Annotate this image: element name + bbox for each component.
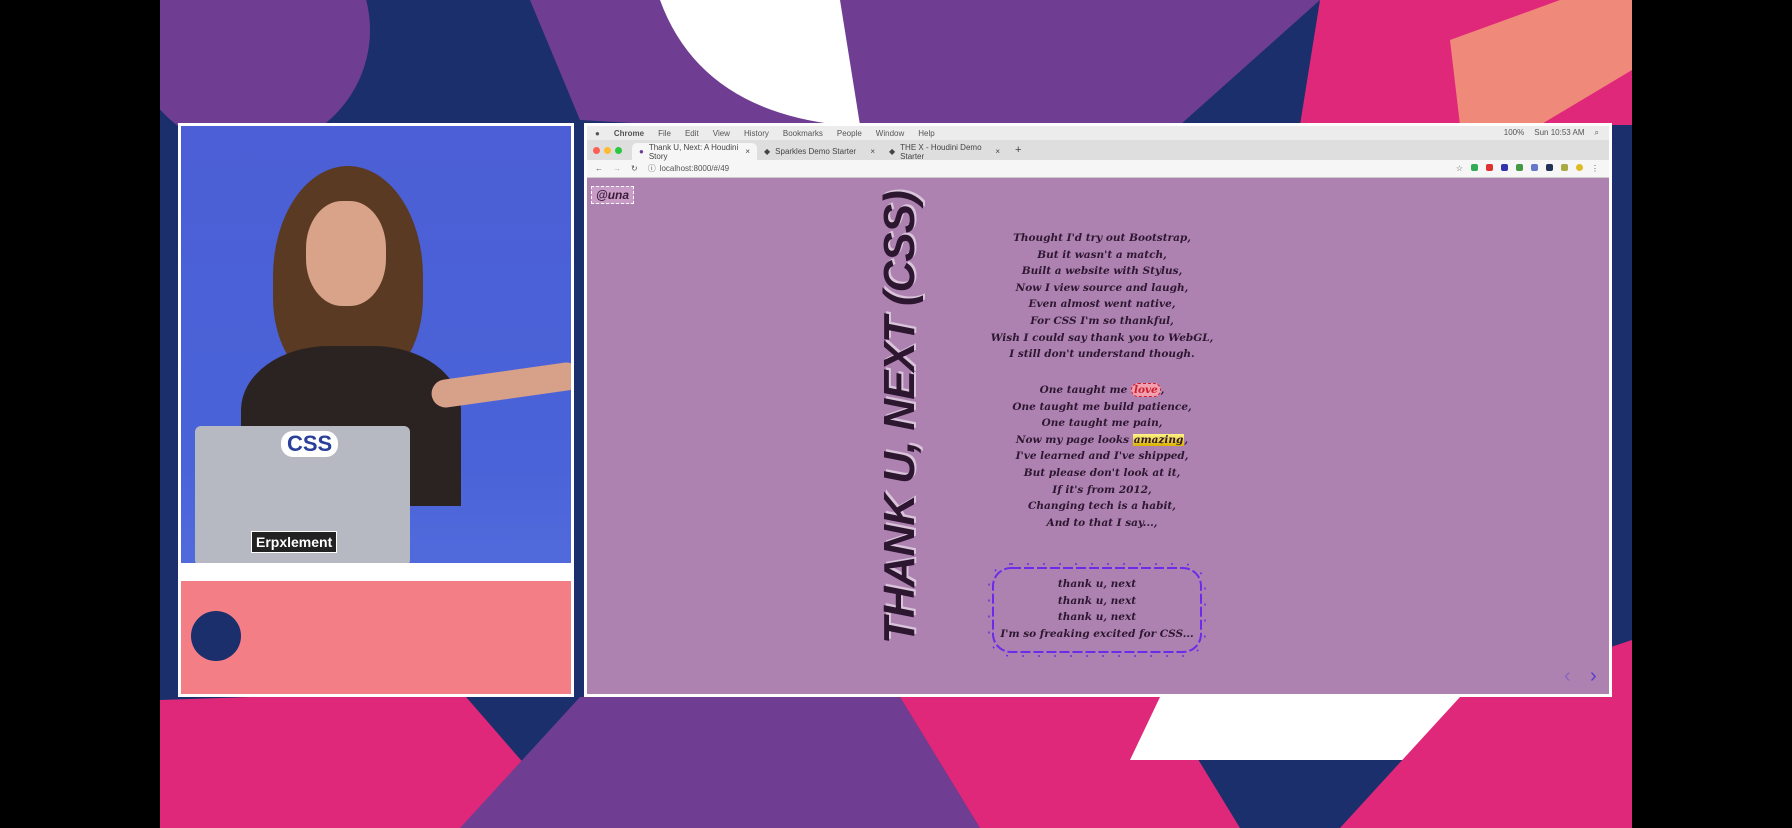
- tab-thank-u-next[interactable]: ● Thank U, Next: A Houdini Story ×: [632, 142, 757, 161]
- poem-stanza-1: Thought I'd try out Bootstrap, But it wa…: [987, 230, 1217, 363]
- chorus-line: thank u, next: [1057, 611, 1137, 623]
- close-tab-icon[interactable]: ×: [870, 147, 875, 156]
- slide: @una THANK U, NEXT (CSS) Thought I'd try…: [587, 178, 1609, 694]
- reload-icon[interactable]: ↻: [631, 164, 638, 173]
- poem-line: If it's from 2012,: [1052, 483, 1152, 496]
- speaker-video: CSS Erpxlement: [178, 123, 574, 697]
- poem-line: I still don't understand though.: [1009, 348, 1195, 361]
- clock: Sun 10:53 AM: [1534, 128, 1585, 137]
- bookmark-star-icon[interactable]: ☆: [1456, 164, 1463, 173]
- extension-icon[interactable]: [1486, 164, 1493, 171]
- chorus-line: thank u, next: [1057, 578, 1137, 590]
- menu-kebab-icon[interactable]: ⋮: [1591, 164, 1599, 173]
- back-icon[interactable]: ←: [595, 164, 603, 173]
- extension-icon[interactable]: [1471, 164, 1478, 171]
- menu-file[interactable]: File: [658, 129, 671, 138]
- love-word: love: [1130, 383, 1161, 397]
- poem-line: Even almost went native,: [1028, 298, 1176, 311]
- new-tab-button[interactable]: +: [1015, 144, 1021, 156]
- forward-icon[interactable]: →: [613, 164, 621, 173]
- poem-line: Now my page looks amazing,: [987, 432, 1217, 449]
- poem-line: But please don't look at it,: [1023, 466, 1181, 479]
- podium-dot: [191, 611, 241, 661]
- favicon-icon: ◆: [764, 147, 771, 156]
- text: Now my page looks: [1015, 433, 1133, 446]
- handle-badge: @una: [591, 186, 635, 204]
- text: ,: [1184, 433, 1189, 446]
- poem-line: Changing tech is a habit,: [1028, 500, 1176, 513]
- speaker-face: [306, 201, 386, 306]
- poem-line: But it wasn't a match,: [1037, 248, 1167, 261]
- poem-stanza-2: One taught me love, One taught me build …: [987, 382, 1217, 531]
- tab-label: Sparkles Demo Starter: [775, 147, 857, 156]
- prev-slide-button[interactable]: ‹: [1564, 665, 1571, 688]
- extension-icon[interactable]: [1501, 164, 1508, 171]
- battery-status: 100%: [1503, 128, 1525, 137]
- chorus-cloud-box: thank u, next thank u, next thank u, nex…: [985, 560, 1209, 660]
- url-input[interactable]: localhost:8000/#/49: [660, 164, 729, 173]
- laptop-sticker: Erpxlement: [251, 531, 338, 553]
- poem-line: And to that I say...,: [1046, 516, 1158, 529]
- poem-line: Now I view source and laugh,: [1015, 281, 1189, 294]
- poem-line: Built a website with Stylus,: [1021, 265, 1183, 278]
- menu-help[interactable]: Help: [918, 129, 934, 138]
- address-bar: ← → ↻ ⓘ localhost:8000/#/49 ☆ ⋮: [587, 160, 1609, 178]
- extension-icon[interactable]: [1516, 164, 1523, 171]
- poem-line: Wish I could say thank you to WebGL,: [990, 331, 1214, 344]
- amazing-word: amazing: [1132, 433, 1185, 446]
- apple-icon[interactable]: ●: [595, 129, 600, 138]
- tab-label: THE X - Houdini Demo Starter: [900, 142, 982, 161]
- poem-line: One taught me pain,: [1041, 417, 1163, 430]
- close-tab-icon[interactable]: ×: [745, 147, 750, 156]
- menu-history[interactable]: History: [744, 129, 769, 138]
- search-icon[interactable]: ⌕: [1595, 128, 1599, 138]
- text: ,: [1160, 384, 1165, 396]
- tab-sparkles[interactable]: ◆ Sparkles Demo Starter ×: [757, 143, 882, 160]
- browser-window: ● Chrome File Edit View History Bookmark…: [584, 123, 1612, 697]
- window-controls: [593, 146, 622, 154]
- favicon-icon: ◆: [889, 147, 896, 156]
- chorus-line: thank u, next: [1057, 594, 1137, 607]
- text: One taught me: [1039, 384, 1131, 396]
- poem-line: One taught me love,: [987, 382, 1217, 399]
- extension-icon[interactable]: [1546, 164, 1553, 171]
- menu-bookmarks[interactable]: Bookmarks: [783, 129, 823, 138]
- menu-window[interactable]: Window: [876, 129, 904, 138]
- chorus-line: I'm so freaking excited for CSS...: [1000, 627, 1194, 640]
- css-sticker: CSS: [281, 431, 339, 457]
- tab-bar: ● Thank U, Next: A Houdini Story × ◆ Spa…: [587, 140, 1609, 161]
- extension-icon[interactable]: [1531, 164, 1538, 171]
- menu-view[interactable]: View: [713, 129, 730, 138]
- menu-edit[interactable]: Edit: [685, 129, 699, 138]
- menu-chrome[interactable]: Chrome: [614, 129, 644, 138]
- minimize-window-button[interactable]: [604, 146, 611, 154]
- next-slide-button[interactable]: ›: [1590, 665, 1597, 688]
- speaker-arm: [429, 360, 571, 410]
- maximize-window-button[interactable]: [615, 146, 622, 154]
- info-icon: ⓘ: [647, 164, 656, 173]
- close-window-button[interactable]: [593, 146, 600, 154]
- mac-menubar: ● Chrome File Edit View History Bookmark…: [587, 126, 1609, 140]
- poem-line: Thought I'd try out Bootstrap,: [1013, 232, 1191, 244]
- close-tab-icon[interactable]: ×: [995, 147, 1000, 156]
- favicon-icon: ●: [639, 147, 644, 156]
- tab-the-x[interactable]: ◆ THE X - Houdini Demo Starter ×: [882, 142, 1007, 161]
- menu-people[interactable]: People: [837, 129, 862, 138]
- extensions: ☆ ⋮: [1456, 164, 1599, 173]
- profile-avatar[interactable]: [1576, 164, 1583, 171]
- poem-line: I've learned and I've shipped,: [1015, 450, 1189, 463]
- tab-label: Thank U, Next: A Houdini Story: [648, 142, 739, 161]
- poem-line: One taught me build patience,: [1012, 400, 1192, 413]
- extension-icon[interactable]: [1561, 164, 1568, 171]
- poem-line: For CSS I'm so thankful,: [1030, 314, 1174, 327]
- slide-title: THANK U, NEXT (CSS): [875, 191, 924, 644]
